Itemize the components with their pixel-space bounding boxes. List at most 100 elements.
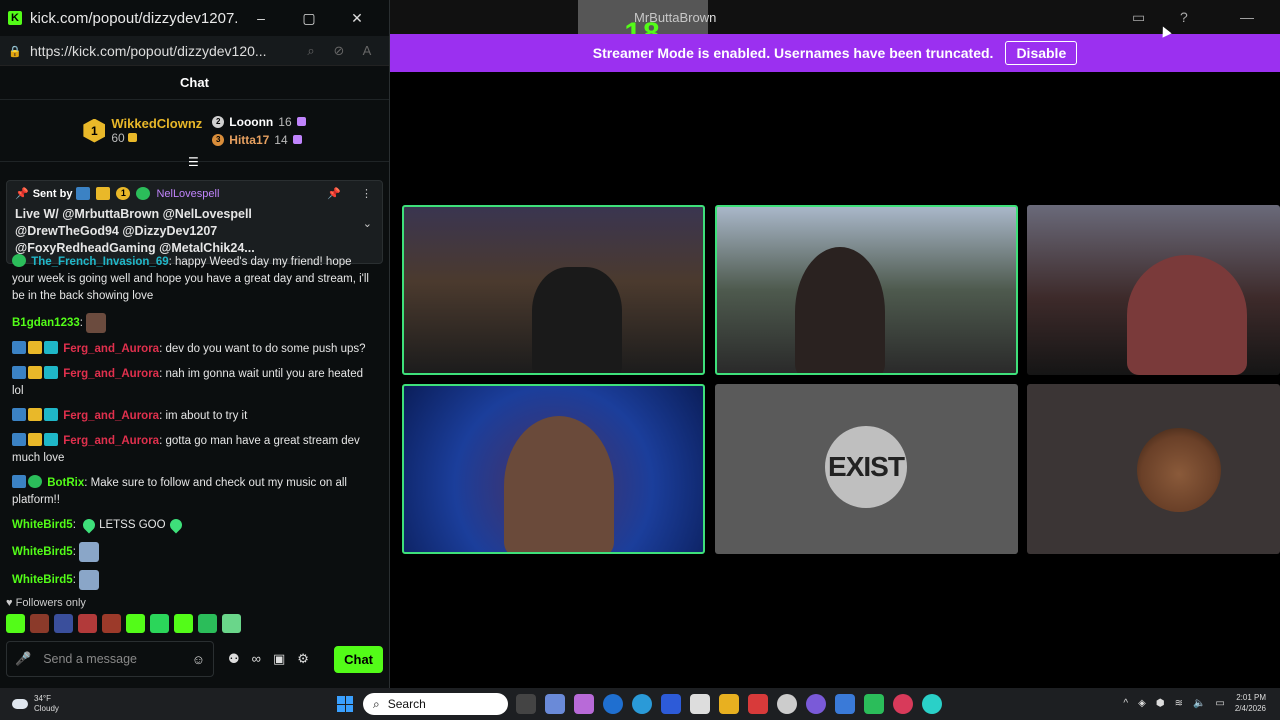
disable-button[interactable]: Disable bbox=[1005, 41, 1078, 65]
network-icon[interactable]: ◈ bbox=[1138, 698, 1146, 709]
battery-icon[interactable]: ▭ bbox=[1215, 698, 1224, 709]
chat-message[interactable]: WhiteBird5: bbox=[12, 542, 376, 562]
chat-username[interactable]: The_French_Invasion_69 bbox=[31, 256, 168, 268]
message-input[interactable]: 🎤 Send a message ☺ bbox=[6, 641, 214, 677]
task-view-icon[interactable] bbox=[516, 694, 536, 714]
tracking-prevention-icon[interactable]: ⊘ bbox=[325, 43, 353, 59]
participant-avatar: EXIST bbox=[825, 426, 907, 508]
video-tile-3[interactable] bbox=[1027, 205, 1280, 375]
chat-message[interactable]: Ferg_and_Aurora: gotta go man have a gre… bbox=[12, 433, 376, 467]
chevron-down-icon[interactable]: ⌄ bbox=[363, 217, 372, 230]
hp-icon[interactable] bbox=[603, 694, 623, 714]
subscriber-badge-icon bbox=[44, 366, 58, 379]
leaderboard-second[interactable]: 2 Looonn 16 bbox=[212, 115, 306, 129]
chat-username[interactable]: WhiteBird5 bbox=[12, 519, 73, 531]
person-shape bbox=[795, 247, 885, 373]
weather-widget[interactable]: 34°F Cloudy bbox=[12, 694, 59, 714]
video-tile-1[interactable] bbox=[402, 205, 705, 375]
leaderboard-third[interactable]: 3 Hitta17 14 bbox=[212, 133, 305, 147]
chat-username[interactable]: Ferg_and_Aurora bbox=[63, 368, 159, 380]
chat-message[interactable]: B1gdan1233: bbox=[12, 313, 376, 333]
maximize-button[interactable]: ▢ bbox=[285, 10, 333, 27]
chat-username[interactable]: WhiteBird5 bbox=[12, 546, 73, 558]
chat-message[interactable]: BotRix: Make sure to follow and check ou… bbox=[12, 475, 376, 509]
read-aloud-icon[interactable]: A bbox=[353, 43, 381, 58]
emote-icon[interactable] bbox=[198, 614, 217, 633]
chat-username[interactable]: Ferg_and_Aurora bbox=[63, 343, 159, 355]
file-explorer-icon[interactable] bbox=[719, 694, 739, 714]
zoom-icon[interactable]: ⌕ bbox=[297, 43, 325, 59]
video-tile-6[interactable] bbox=[1027, 384, 1280, 554]
window-titlebar: K kick.com/popout/dizzydev1207... – ▢ ✕ bbox=[0, 0, 389, 36]
taskbar-search[interactable]: ⌕ Search bbox=[363, 693, 508, 715]
chat-username[interactable]: BotRix bbox=[47, 477, 84, 489]
pin-icon: 📌 bbox=[15, 188, 29, 200]
chat-message[interactable]: Ferg_and_Aurora: nah im gonna wait until… bbox=[12, 366, 376, 400]
close-button[interactable]: ✕ bbox=[333, 10, 381, 27]
address-bar[interactable]: 🔒 https://kick.com/popout/dizzydev120...… bbox=[0, 36, 389, 66]
infinity-icon[interactable]: ∞ bbox=[252, 651, 261, 667]
maps-icon[interactable] bbox=[893, 694, 913, 714]
video-tile-4[interactable] bbox=[402, 384, 705, 554]
moderator-badge-icon bbox=[12, 341, 26, 354]
chat-message[interactable]: WhiteBird5: LETSS GOO bbox=[12, 516, 376, 534]
emote-icon[interactable] bbox=[150, 614, 169, 633]
emote-icon[interactable] bbox=[174, 614, 193, 633]
microphone-icon[interactable]: 🎤 bbox=[15, 651, 31, 667]
edge-icon[interactable] bbox=[922, 694, 942, 714]
screen-share-icon[interactable]: ▭ bbox=[1132, 9, 1145, 26]
video-tile-2[interactable] bbox=[715, 205, 1018, 375]
dropbox-icon[interactable]: ⬢ bbox=[1156, 698, 1165, 709]
gift-box-icon[interactable]: ▣ bbox=[273, 651, 285, 667]
chevron-up-icon[interactable]: ^ bbox=[1123, 698, 1128, 709]
chat-message[interactable]: Ferg_and_Aurora: dev do you want to do s… bbox=[12, 341, 376, 358]
pinned-sender-name[interactable]: NelLovespell bbox=[156, 188, 219, 200]
chat-username[interactable]: B1gdan1233 bbox=[12, 317, 80, 329]
wifi-icon[interactable]: ≋ bbox=[1175, 698, 1183, 709]
store-icon[interactable] bbox=[690, 694, 710, 714]
minimize-icon[interactable]: — bbox=[1240, 9, 1254, 25]
clock[interactable]: 2:01 PM 2/4/2026 bbox=[1235, 692, 1266, 714]
chat-message[interactable]: Ferg_and_Aurora: im about to try it bbox=[12, 408, 376, 425]
app-icon[interactable] bbox=[632, 694, 652, 714]
emote-icon[interactable] bbox=[54, 614, 73, 633]
copilot-icon[interactable] bbox=[574, 694, 594, 714]
more-options-icon[interactable]: ⋮ bbox=[361, 187, 372, 200]
chat-username[interactable]: WhiteBird5 bbox=[12, 574, 73, 586]
minimize-button[interactable]: – bbox=[237, 10, 285, 26]
crown-badge-icon bbox=[28, 433, 42, 446]
unpin-icon[interactable]: 📌 bbox=[327, 187, 341, 200]
app-icon[interactable] bbox=[748, 694, 768, 714]
url-text[interactable]: https://kick.com/popout/dizzydev120... bbox=[30, 43, 297, 59]
app-icon[interactable] bbox=[835, 694, 855, 714]
pinned-message[interactable]: 📌 Sent by 1 NelLovespell Live W/ @Mrbutt… bbox=[6, 180, 383, 264]
users-icon[interactable]: ⚉ bbox=[228, 651, 240, 667]
emote-icon[interactable] bbox=[78, 614, 97, 633]
followers-only-notice: ♥ Followers only bbox=[6, 597, 86, 609]
zoom-app-icon[interactable] bbox=[661, 694, 681, 714]
leaderboard-first[interactable]: 1 WikkedClownz 60 bbox=[83, 116, 202, 145]
emote-icon[interactable] bbox=[30, 614, 49, 633]
green-heart-icon bbox=[167, 516, 185, 534]
chat-message[interactable]: The_French_Invasion_69: happy Weed's day… bbox=[12, 254, 376, 305]
message-placeholder[interactable]: Send a message bbox=[43, 652, 192, 666]
collapse-icon[interactable]: ☰ bbox=[188, 155, 199, 169]
help-icon[interactable]: ? bbox=[1180, 9, 1188, 25]
settings-icon[interactable] bbox=[777, 694, 797, 714]
send-chat-button[interactable]: Chat bbox=[334, 645, 383, 673]
gg-emote-icon[interactable] bbox=[126, 614, 145, 633]
emote-icon[interactable] bbox=[102, 614, 121, 633]
start-button[interactable] bbox=[337, 696, 353, 712]
chat-username[interactable]: Ferg_and_Aurora bbox=[63, 435, 159, 447]
emoji-icon[interactable]: ☺ bbox=[192, 652, 205, 667]
volume-icon[interactable]: 🔈 bbox=[1193, 698, 1205, 709]
settings-icon[interactable]: ⚙ bbox=[297, 651, 309, 667]
chat-username[interactable]: Ferg_and_Aurora bbox=[63, 410, 159, 422]
discord-icon[interactable] bbox=[806, 694, 826, 714]
emote-icon[interactable] bbox=[222, 614, 241, 633]
kick-app-icon[interactable] bbox=[864, 694, 884, 714]
chat-message[interactable]: WhiteBird5: bbox=[12, 570, 376, 590]
video-tile-5[interactable]: EXIST bbox=[715, 384, 1018, 554]
emote-icon[interactable] bbox=[6, 614, 25, 633]
app-icon[interactable] bbox=[545, 694, 565, 714]
